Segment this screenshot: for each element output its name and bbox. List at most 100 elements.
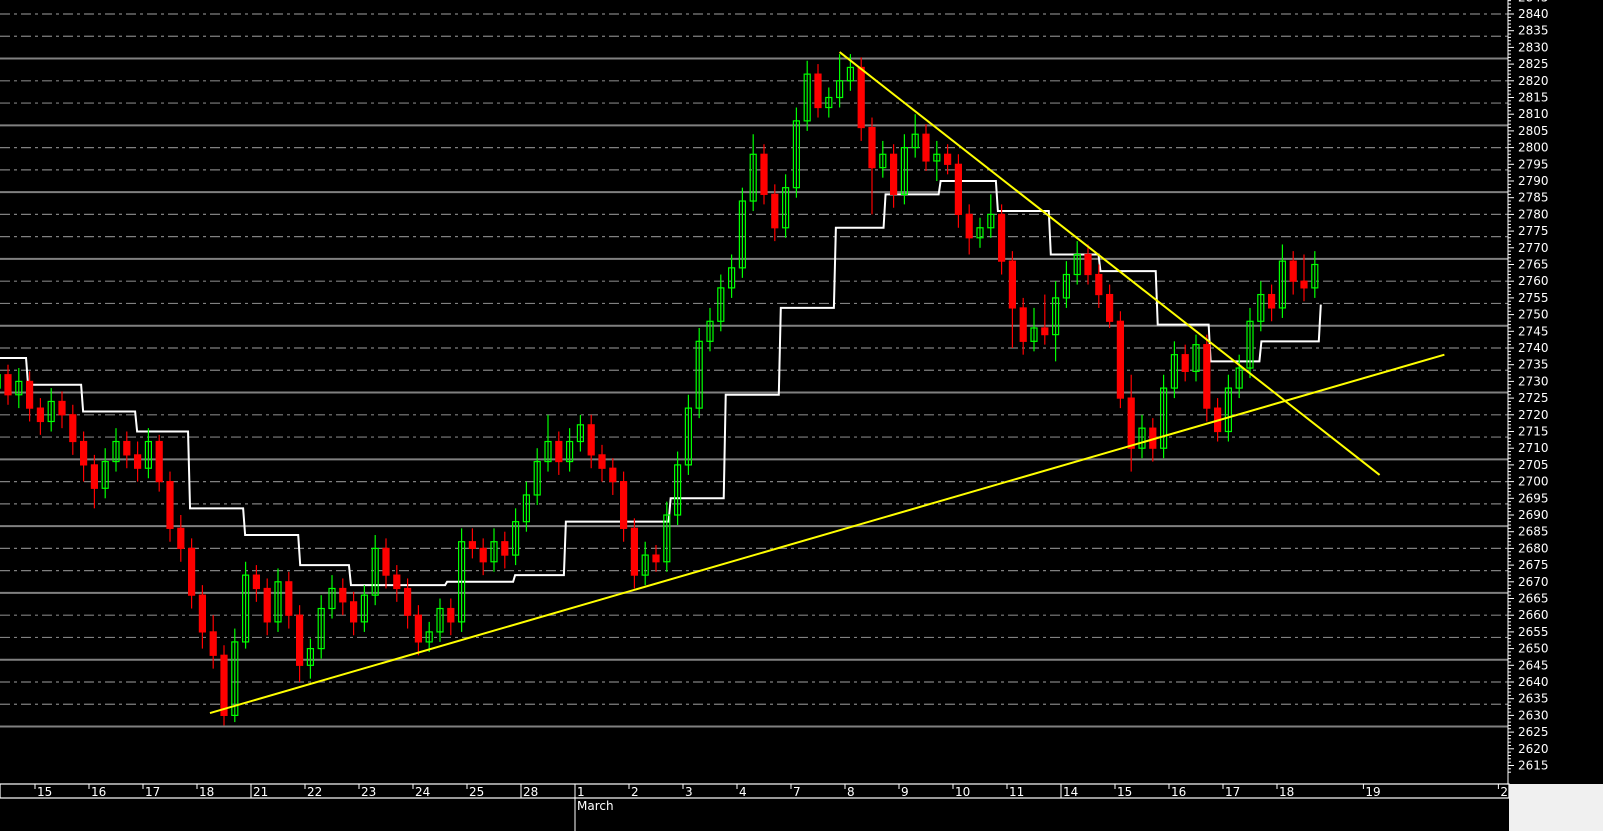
price-tick-label: 2655 bbox=[1518, 625, 1549, 639]
candle-down bbox=[220, 654, 228, 717]
time-tick-label: 28 bbox=[523, 785, 538, 799]
price-tick-label: 2710 bbox=[1518, 441, 1549, 455]
month-label: March bbox=[577, 799, 614, 813]
price-tick-label: 2735 bbox=[1518, 358, 1549, 372]
candle-down bbox=[90, 464, 99, 489]
time-tick-label: 2 bbox=[631, 785, 639, 799]
candle-down bbox=[296, 614, 304, 666]
candle-down bbox=[479, 547, 487, 563]
price-tick-label: 2630 bbox=[1518, 708, 1549, 722]
price-tick-label: 2750 bbox=[1518, 308, 1549, 322]
price-tick-label: 2765 bbox=[1518, 258, 1549, 272]
candle-down bbox=[1116, 320, 1125, 399]
price-tick-label: 2790 bbox=[1518, 174, 1549, 188]
candle-down bbox=[652, 554, 660, 563]
price-tick-label: 2830 bbox=[1518, 40, 1549, 54]
candle-down bbox=[263, 587, 271, 623]
candle-down bbox=[350, 601, 358, 623]
time-tick-label: 9 bbox=[901, 785, 909, 799]
candle-down bbox=[1008, 260, 1017, 309]
time-tick-label: 14 bbox=[1063, 785, 1078, 799]
candle-down bbox=[468, 541, 476, 549]
time-tick-label: 24 bbox=[415, 785, 430, 799]
candle-down bbox=[587, 424, 595, 456]
price-tick-label: 2675 bbox=[1518, 558, 1549, 572]
candle-down bbox=[69, 414, 77, 443]
price-tick-label: 2625 bbox=[1518, 725, 1549, 739]
price-tick-label: 2645 bbox=[1518, 658, 1549, 672]
candle-down bbox=[1289, 260, 1297, 282]
candle-down bbox=[857, 66, 865, 129]
price-tick-label: 2680 bbox=[1518, 541, 1549, 555]
time-tick-label: 25 bbox=[469, 785, 484, 799]
candle-down bbox=[209, 631, 217, 656]
candle-down bbox=[188, 547, 196, 596]
candle-down bbox=[598, 454, 606, 469]
time-tick-label: 17 bbox=[145, 785, 160, 799]
price-tick-label: 2755 bbox=[1518, 291, 1549, 305]
candle-down bbox=[79, 440, 88, 466]
price-tick-label: 2700 bbox=[1518, 475, 1549, 489]
candle-down bbox=[155, 440, 163, 483]
price-tick-label: 2745 bbox=[1518, 324, 1549, 338]
candle-down bbox=[339, 587, 347, 603]
time-tick-label: 16 bbox=[1171, 785, 1186, 799]
price-tick-label: 2705 bbox=[1518, 458, 1549, 472]
price-tick-label: 2795 bbox=[1518, 157, 1549, 171]
candle-down bbox=[1181, 354, 1189, 372]
candle-down bbox=[1095, 273, 1103, 296]
time-tick-label: 15 bbox=[1117, 785, 1132, 799]
candle-down bbox=[868, 126, 876, 169]
price-tick-label: 2685 bbox=[1518, 525, 1549, 539]
candle-down bbox=[123, 440, 131, 456]
candle-down bbox=[997, 213, 1006, 262]
price-tick-label: 2840 bbox=[1518, 7, 1549, 21]
time-tick-label: 19 bbox=[1365, 785, 1380, 799]
candle-down bbox=[1105, 293, 1114, 322]
axis-corner bbox=[1509, 784, 1603, 831]
candle-down bbox=[1041, 327, 1049, 336]
candle-down bbox=[382, 547, 390, 576]
candle-down bbox=[1084, 253, 1092, 276]
price-tick-label: 2715 bbox=[1518, 425, 1549, 439]
time-tick-label: 10 bbox=[955, 785, 970, 799]
price-tick-label: 2835 bbox=[1518, 24, 1549, 38]
price-tick-label: 2695 bbox=[1518, 491, 1549, 505]
price-tick-label: 2800 bbox=[1518, 141, 1549, 155]
price-tick-label: 2810 bbox=[1518, 107, 1549, 121]
price-tick-label: 2740 bbox=[1518, 341, 1549, 355]
price-tick-label: 2760 bbox=[1518, 274, 1549, 288]
candlestick-chart: 2615 2620 2625 2630 2635 2640 2645 2650 2655 2660… bbox=[0, 0, 1603, 831]
candle-down bbox=[1127, 397, 1135, 449]
price-tick-label: 2725 bbox=[1518, 391, 1549, 405]
candle-down bbox=[58, 400, 66, 416]
time-tick-label: 3 bbox=[685, 785, 693, 799]
candle-down bbox=[198, 594, 206, 633]
candle-down bbox=[166, 481, 174, 529]
candle-down bbox=[501, 541, 509, 556]
price-tick-label: 2660 bbox=[1518, 608, 1549, 622]
candle-down bbox=[954, 163, 963, 216]
time-tick-label: 11 bbox=[1009, 785, 1024, 799]
price-tick-label: 2620 bbox=[1518, 742, 1549, 756]
price-tick-label: 2635 bbox=[1518, 692, 1549, 706]
candle-down bbox=[889, 153, 898, 195]
time-tick-label: 7 bbox=[793, 785, 801, 799]
candle-down bbox=[1019, 307, 1027, 342]
time-tick-label: 22 bbox=[307, 785, 322, 799]
price-tick-label: 2665 bbox=[1518, 592, 1549, 606]
candle-down bbox=[922, 133, 930, 162]
price-tick-label: 2805 bbox=[1518, 124, 1549, 138]
candle-down bbox=[4, 374, 12, 396]
candle-down bbox=[814, 73, 822, 109]
candle-down bbox=[177, 527, 185, 549]
candle-down bbox=[1203, 344, 1211, 409]
candle-down bbox=[36, 407, 45, 423]
candle-down bbox=[1300, 280, 1308, 289]
candle-down bbox=[134, 454, 142, 469]
time-tick-label: 18 bbox=[199, 785, 214, 799]
price-tick-label: 2640 bbox=[1518, 675, 1549, 689]
candle-down bbox=[609, 467, 617, 483]
candle-down bbox=[393, 574, 401, 590]
candle-down bbox=[555, 440, 563, 463]
